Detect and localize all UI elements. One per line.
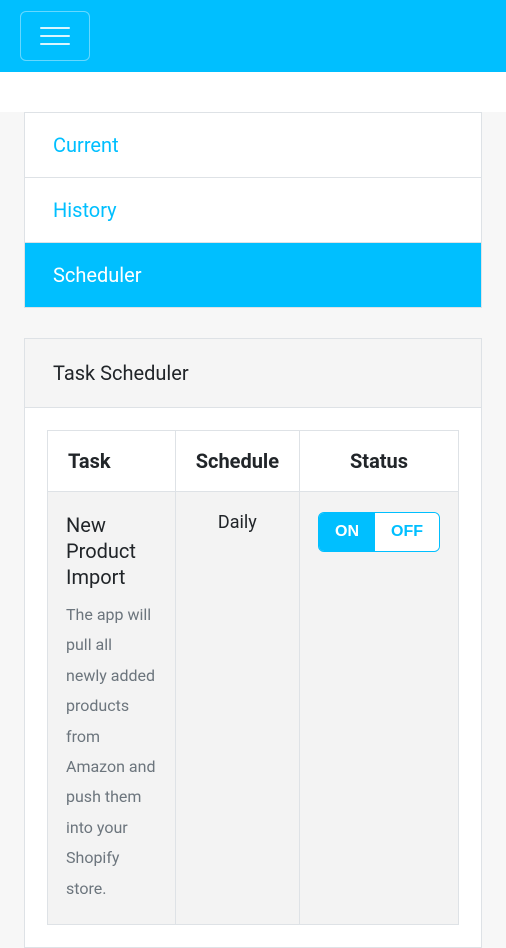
navbar [0,0,506,72]
schedule-cell: Daily [175,492,299,925]
header-status: Status [300,431,459,492]
card-title: Task Scheduler [25,339,481,408]
table-header-row: Task Schedule Status [48,431,459,492]
header-task: Task [48,431,176,492]
tab-scheduler[interactable]: Scheduler [25,243,481,307]
task-description: The app will pull all newly added produc… [66,600,157,904]
task-title: New Product Import [66,512,157,590]
card-body: Task Schedule Status New Product Import … [25,408,481,947]
toggle-off-button[interactable]: OFF [375,513,439,551]
hamburger-icon [40,27,70,45]
table-row: New Product Import The app will pull all… [48,492,459,925]
scheduler-table: Task Schedule Status New Product Import … [47,430,459,925]
header-schedule: Schedule [175,431,299,492]
content-wrapper: Current History Scheduler Task Scheduler… [0,112,506,948]
tab-history[interactable]: History [25,178,481,243]
task-cell: New Product Import The app will pull all… [48,492,176,925]
status-toggle: ON OFF [318,512,440,552]
status-cell: ON OFF [300,492,459,925]
scheduler-card: Task Scheduler Task Schedule Status New … [24,338,482,948]
tab-current[interactable]: Current [25,113,481,178]
hamburger-menu-button[interactable] [20,11,90,61]
nav-tabs: Current History Scheduler [24,112,482,308]
toggle-on-button[interactable]: ON [319,513,375,551]
